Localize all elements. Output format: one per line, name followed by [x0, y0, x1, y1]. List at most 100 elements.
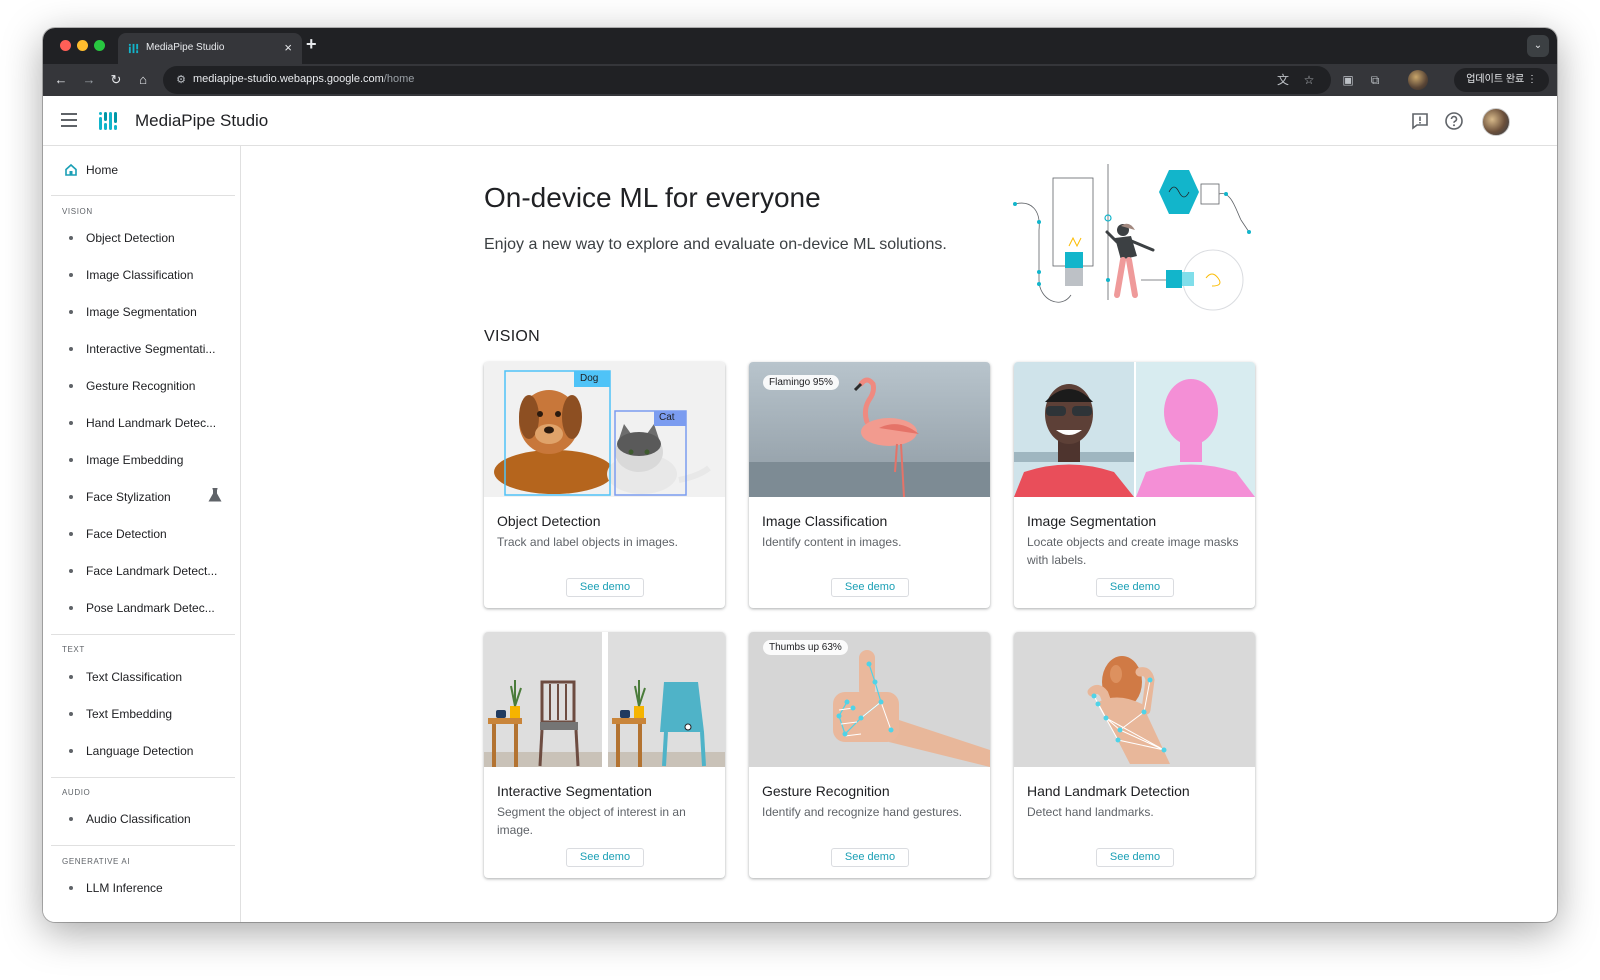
- divider: [51, 634, 235, 635]
- card-description: Track and label objects in images.: [497, 535, 678, 549]
- thumbs-up-label: Thumbs up 63%: [763, 640, 848, 655]
- hero-subtitle: Enjoy a new way to explore and evaluate …: [484, 236, 947, 253]
- dog-label: Dog: [580, 373, 599, 384]
- sidebar-item-interactive-segmentation[interactable]: Interactive Segmentati...: [43, 335, 235, 365]
- person-segmentation-photo: [1014, 362, 1255, 497]
- zoom-window-button[interactable]: [94, 40, 105, 51]
- interactive-segmentation-image: [484, 632, 725, 767]
- flamingo-label: Flamingo 95%: [763, 375, 839, 390]
- sidebar-item-image-classification[interactable]: Image Classification: [43, 261, 235, 291]
- close-window-button[interactable]: [60, 40, 71, 51]
- sidebar-item-image-segmentation[interactable]: Image Segmentation: [43, 298, 235, 328]
- card-image-segmentation[interactable]: Image Segmentation Locate objects and cr…: [1014, 362, 1255, 608]
- card-title: Image Segmentation: [1027, 513, 1157, 529]
- see-demo-button[interactable]: See demo: [566, 578, 644, 597]
- card-description: Identify content in images.: [762, 535, 902, 549]
- hand-egg-photo: [1014, 632, 1255, 767]
- card-title: Gesture Recognition: [762, 783, 890, 799]
- sidebar-item-audio-classification[interactable]: Audio Classification: [43, 805, 235, 835]
- main-content: On-device ML for everyone Enjoy a new wa…: [241, 146, 1557, 922]
- app-title: MediaPipe Studio: [135, 111, 269, 130]
- hero-illustration: [1013, 164, 1251, 311]
- card-description: Detect hand landmarks.: [1027, 805, 1154, 819]
- reload-icon[interactable]: ↻: [106, 70, 126, 90]
- minimize-window-button[interactable]: [77, 40, 88, 51]
- hand-landmark-image: [1014, 632, 1255, 767]
- hero-title: On-device ML for everyone: [484, 182, 821, 213]
- dog-cat-photo: [484, 362, 725, 497]
- menu-icon[interactable]: [61, 113, 77, 127]
- divider: [51, 777, 235, 778]
- sidebar-item-gesture-recognition[interactable]: Gesture Recognition: [43, 372, 235, 402]
- home-icon: [65, 163, 77, 176]
- see-demo-button[interactable]: See demo: [1096, 848, 1174, 867]
- tab-search-button[interactable]: ⌄: [1527, 35, 1549, 57]
- sidebar-item-text-classification[interactable]: Text Classification: [43, 663, 235, 693]
- see-demo-button[interactable]: See demo: [566, 848, 644, 867]
- card-hand-landmark-detection[interactable]: Hand Landmark Detection Detect hand land…: [1014, 632, 1255, 878]
- chair-segmentation-photo: [484, 632, 725, 767]
- card-title: Hand Landmark Detection: [1027, 783, 1190, 799]
- flask-icon: [208, 488, 222, 502]
- card-image-classification[interactable]: Flamingo 95% Image Classification Identi…: [749, 362, 990, 608]
- browser-profile-avatar[interactable]: [1408, 70, 1428, 90]
- card-description: Locate objects and create image masks wi…: [1027, 535, 1239, 567]
- sidebar-item-label: Home: [86, 163, 119, 177]
- mediapipe-logo-icon: [99, 112, 117, 130]
- tab-close-icon[interactable]: ×: [284, 40, 292, 55]
- see-demo-button[interactable]: See demo: [831, 848, 909, 867]
- user-avatar[interactable]: [1482, 108, 1510, 136]
- sidebar-item-image-embedding[interactable]: Image Embedding: [43, 446, 235, 476]
- app-header: MediaPipe Studio: [43, 96, 1557, 146]
- sidebar-item-face-stylization[interactable]: Face Stylization: [43, 483, 235, 513]
- translate-icon[interactable]: 文: [1275, 72, 1291, 88]
- sidebar-item-hand-landmark-detection[interactable]: Hand Landmark Detec...: [43, 409, 235, 439]
- card-description: Segment the object of interest in an ima…: [497, 805, 686, 837]
- browser-tab[interactable]: MediaPipe Studio ×: [118, 33, 302, 64]
- address-bar[interactable]: ⚙ mediapipe-studio.webapps.google.com/ho…: [163, 66, 1331, 94]
- sidebar-item-object-detection[interactable]: Object Detection: [43, 224, 235, 254]
- image-segmentation-image: [1014, 362, 1255, 497]
- divider: [51, 195, 235, 196]
- divider: [51, 845, 235, 846]
- url-text[interactable]: mediapipe-studio.webapps.google.com/home: [193, 73, 414, 85]
- back-icon[interactable]: ←: [51, 70, 71, 90]
- sidebar-item-face-detection[interactable]: Face Detection: [43, 520, 235, 550]
- object-detection-image: Dog Cat: [484, 362, 725, 497]
- extensions-puzzle-icon[interactable]: ⧉: [1365, 70, 1385, 90]
- update-button[interactable]: 업데이트 완료 ⋮: [1454, 68, 1549, 92]
- cat-label: Cat: [659, 412, 675, 423]
- extension-icon[interactable]: ▣: [1338, 70, 1358, 90]
- sidebar-item-language-detection[interactable]: Language Detection: [43, 737, 235, 767]
- mediapipe-favicon-icon: [128, 43, 139, 54]
- sidebar-item-home[interactable]: Home: [43, 152, 235, 188]
- sidebar-item-text-embedding[interactable]: Text Embedding: [43, 700, 235, 730]
- card-interactive-segmentation[interactable]: Interactive Segmentation Segment the obj…: [484, 632, 725, 878]
- feedback-icon[interactable]: [1410, 111, 1430, 131]
- sidebar-item-face-landmark-detection[interactable]: Face Landmark Detect...: [43, 557, 235, 587]
- card-gesture-recognition[interactable]: Thumbs up 63% Gesture Recognition Identi…: [749, 632, 990, 878]
- card-description: Identify and recognize hand gestures.: [762, 805, 963, 819]
- browser-toolbar: ← → ↻ ⌂ ⚙ mediapipe-studio.webapps.googl…: [43, 64, 1557, 96]
- browser-window: MediaPipe Studio × + ⌄ ← → ↻ ⌂ ⚙ mediapi…: [43, 28, 1557, 922]
- card-object-detection[interactable]: Dog Cat Object Detection Track and label…: [484, 362, 725, 608]
- help-icon[interactable]: [1444, 111, 1464, 131]
- section-title-vision: VISION: [484, 328, 541, 345]
- card-title: Interactive Segmentation: [497, 783, 652, 799]
- sidebar-section-generative-ai: GENERATIVE AI: [62, 857, 131, 866]
- card-title: Image Classification: [762, 513, 888, 529]
- sidebar-item-pose-landmark-detection[interactable]: Pose Landmark Detec...: [43, 594, 235, 624]
- new-tab-button[interactable]: +: [306, 34, 317, 55]
- gesture-recognition-image: Thumbs up 63%: [749, 632, 990, 767]
- home-icon[interactable]: ⌂: [133, 70, 153, 90]
- see-demo-button[interactable]: See demo: [831, 578, 909, 597]
- bookmark-star-icon[interactable]: ☆: [1301, 72, 1317, 88]
- site-settings-icon[interactable]: ⚙: [173, 72, 189, 88]
- forward-icon[interactable]: →: [79, 70, 99, 90]
- card-title: Object Detection: [497, 513, 601, 529]
- sidebar-section-audio: AUDIO: [62, 788, 91, 797]
- tab-strip: MediaPipe Studio × + ⌄: [43, 28, 1557, 64]
- sidebar-section-text: TEXT: [62, 645, 85, 654]
- see-demo-button[interactable]: See demo: [1096, 578, 1174, 597]
- sidebar-item-llm-inference[interactable]: LLM Inference: [43, 874, 235, 904]
